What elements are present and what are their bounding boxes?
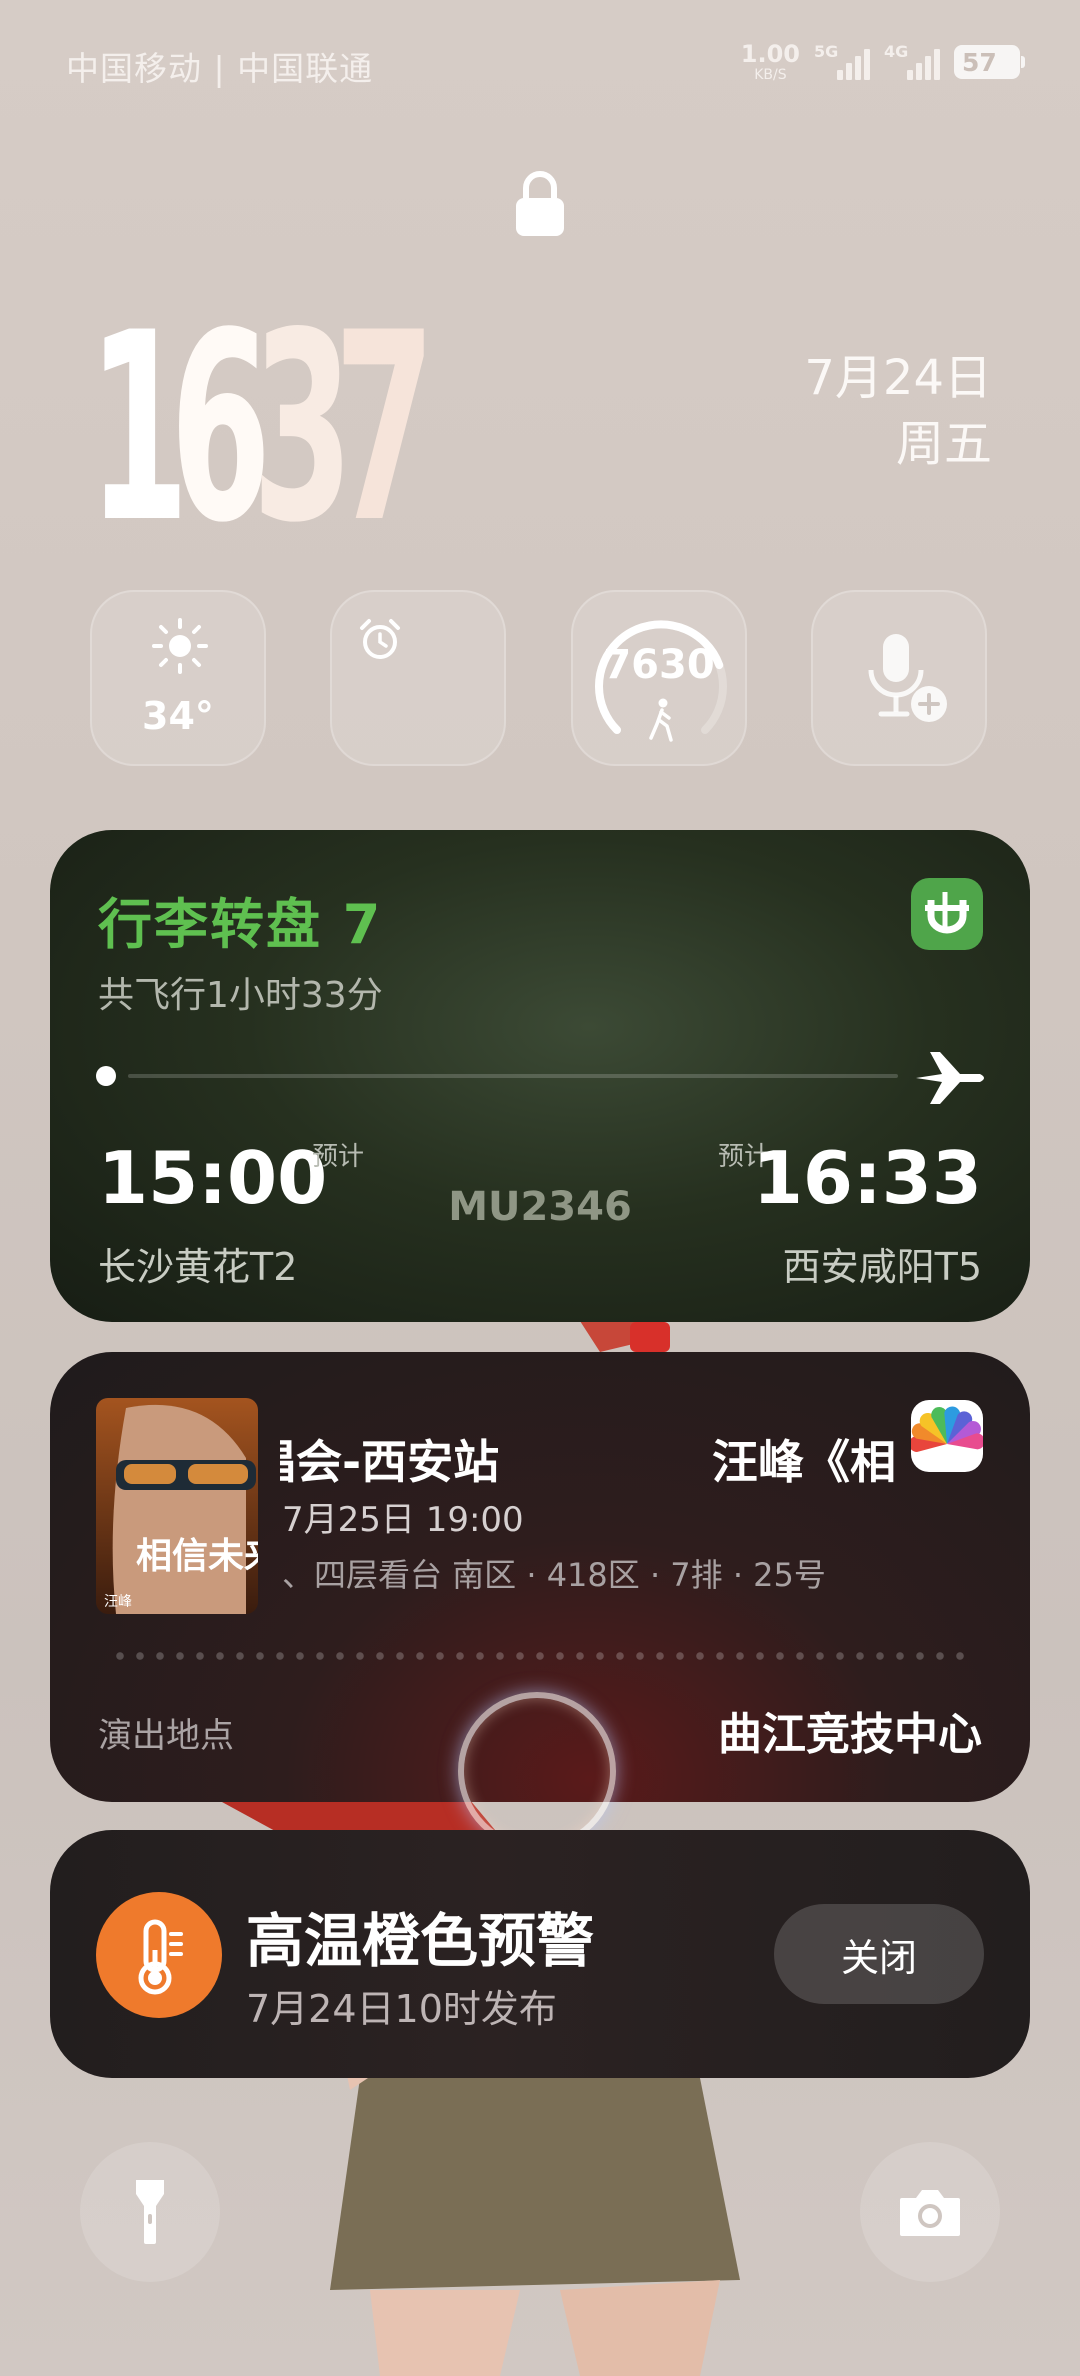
sim2-network-tag: 4G bbox=[884, 42, 909, 61]
flashlight-button[interactable] bbox=[80, 2142, 220, 2282]
alarm-clock-icon bbox=[360, 619, 400, 659]
flight-card[interactable]: 行李转盘 7 共飞行1小时33分 15:00 预计 预计 16:33 MU234… bbox=[50, 830, 1030, 1322]
date-block: 7月24日 周五 bbox=[804, 345, 992, 477]
voice-assistant-orb[interactable] bbox=[458, 1692, 616, 1850]
weekday-label: 周五 bbox=[895, 416, 992, 472]
clock-digit: 1 bbox=[88, 278, 189, 580]
camera-button[interactable] bbox=[860, 2142, 1000, 2282]
flight-duration: 共飞行1小时33分 bbox=[98, 975, 383, 1016]
perforation-divider bbox=[110, 1652, 970, 1660]
camera-icon bbox=[900, 2190, 960, 2236]
walking-person-icon bbox=[649, 698, 673, 742]
clock-digit: 6 bbox=[170, 278, 271, 580]
alert-title: 高温橙色预警 bbox=[246, 1907, 595, 1975]
battery-level: 57 bbox=[962, 48, 997, 77]
flight-number: MU2346 bbox=[448, 1184, 632, 1230]
venue-label: 演出地点 bbox=[98, 1716, 234, 1756]
venue-name: 曲江竞技中心 bbox=[718, 1709, 982, 1760]
concert-time: 7月25日 19:00 bbox=[282, 1500, 524, 1540]
steps-tile[interactable]: 7630 bbox=[571, 590, 747, 766]
date-label: 7月24日 bbox=[804, 350, 992, 406]
departure-airport: 长沙黄花T2 bbox=[98, 1245, 298, 1289]
departure-estimated-label: 预计 bbox=[312, 1142, 365, 1172]
lockscreen-clock: 1 6 3 7 bbox=[88, 278, 435, 580]
signal-sim2-icon: 4G bbox=[884, 42, 940, 82]
baggage-carousel-title: 行李转盘 7 bbox=[98, 893, 383, 956]
lock-icon bbox=[516, 171, 564, 236]
signal-sim1-icon: 5G bbox=[814, 42, 870, 82]
poster-title: 相信未来 bbox=[136, 1536, 258, 1577]
microphone-add-icon bbox=[868, 634, 947, 722]
alert-issued-time: 7月24日10时发布 bbox=[246, 1987, 557, 2031]
alert-close-button[interactable]: 关闭 bbox=[774, 1904, 984, 2004]
voice-memo-tile[interactable] bbox=[811, 590, 987, 766]
battery-icon: 57 bbox=[954, 45, 1025, 79]
ticket-app-icon bbox=[909, 1400, 985, 1472]
flight-progress-dot bbox=[96, 1066, 116, 1086]
concert-title-marquee: 唱会-西安站 汪峰《相 bbox=[280, 1426, 930, 1490]
carrier-label: 中国移动 | 中国联通 bbox=[66, 49, 374, 88]
poster-artist: 汪峰 bbox=[104, 1594, 132, 1610]
weather-alert-card[interactable]: 高温橙色预警 7月24日10时发布 关闭 bbox=[50, 1830, 1030, 2078]
concert-title-part: 汪峰《相 bbox=[712, 1435, 896, 1489]
concert-poster: 相信未来 汪峰 bbox=[96, 1398, 258, 1614]
network-speed-value: 1.00 bbox=[740, 40, 800, 68]
flashlight-icon bbox=[136, 2180, 164, 2244]
status-icons: 1.00 KB/S 5G 4G 57 bbox=[741, 38, 1025, 86]
airline-app-icon bbox=[911, 878, 983, 950]
concert-seat: 、四层看台 南区 · 418区 · 7排 · 25号 bbox=[282, 1556, 826, 1594]
clock-digit: 7 bbox=[334, 278, 435, 580]
steps-count: 7630 bbox=[603, 642, 715, 688]
flight-progress-track bbox=[128, 1074, 898, 1078]
sim1-network-tag: 5G bbox=[814, 42, 839, 61]
arrival-airport: 西安咸阳T5 bbox=[782, 1245, 982, 1289]
status-bar: 中国移动 | 中国联通 1.00 KB/S 5G 4G 57 bbox=[0, 0, 1080, 130]
weather-temperature: 34° bbox=[142, 694, 214, 738]
network-speed-unit: KB/S bbox=[754, 67, 787, 83]
thermometer-icon bbox=[96, 1892, 222, 2018]
concert-title-part: 唱会-西安站 bbox=[280, 1435, 500, 1489]
weather-tile[interactable]: 34° bbox=[90, 590, 266, 766]
airplane-icon bbox=[916, 1052, 984, 1104]
sun-icon bbox=[152, 618, 208, 674]
clock-digit: 3 bbox=[252, 278, 353, 580]
alarm-tile[interactable] bbox=[330, 590, 506, 766]
network-speed: 1.00 KB/S bbox=[741, 42, 800, 82]
